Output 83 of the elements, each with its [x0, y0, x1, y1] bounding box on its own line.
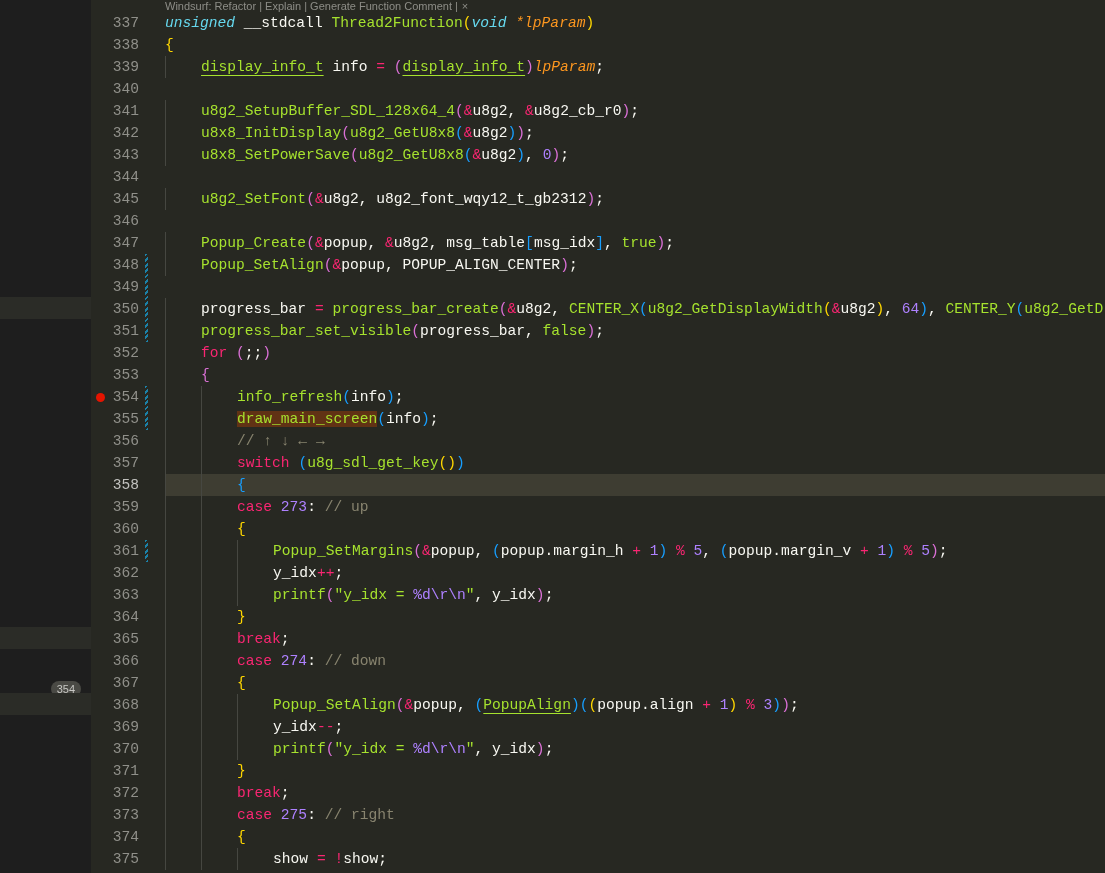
- modified-marker[interactable]: [145, 276, 148, 298]
- code-line: }: [165, 760, 246, 782]
- line-number: 364: [111, 608, 139, 627]
- line-number: 341: [111, 102, 139, 121]
- line-number: 372: [111, 784, 139, 803]
- line-number: 344: [111, 168, 139, 187]
- code-line: {: [165, 364, 210, 386]
- line-number: 357: [111, 454, 139, 473]
- modified-marker[interactable]: [145, 408, 148, 430]
- code-line: u8g2_SetupBuffer_SDL_128x64_4(&u8g2, &u8g2_cb_r0);: [165, 100, 639, 122]
- line-number: 362: [111, 564, 139, 583]
- line-number: 361: [111, 542, 139, 561]
- line-number: 339: [111, 58, 139, 77]
- modified-marker[interactable]: [145, 254, 148, 276]
- code-line: break;: [165, 782, 290, 804]
- code-line: case 275: // right: [165, 804, 395, 826]
- line-number: 363: [111, 586, 139, 605]
- breakpoint-icon[interactable]: [95, 392, 105, 402]
- line-number: 352: [111, 344, 139, 363]
- line-number: 346: [111, 212, 139, 231]
- line-number: 359: [111, 498, 139, 517]
- line-number: 368: [111, 696, 139, 715]
- code-line: printf("y_idx = %d\r\n", y_idx);: [165, 738, 554, 760]
- line-number: 375: [111, 850, 139, 869]
- modified-marker[interactable]: [145, 298, 148, 320]
- code-line: for (;;): [165, 342, 272, 364]
- modified-marker[interactable]: [145, 540, 148, 562]
- line-number: 345: [111, 190, 139, 209]
- line-number: 347: [111, 234, 139, 253]
- line-number: 353: [111, 366, 139, 385]
- code-line: progress_bar_set_visible(progress_bar, false);: [165, 320, 604, 342]
- code-line: draw_main_screen(info);: [165, 408, 439, 430]
- line-number: 351: [111, 322, 139, 341]
- code-line: // ↑ ↓ ← →: [165, 430, 325, 452]
- close-icon[interactable]: ×: [461, 0, 469, 12]
- line-number: 343: [111, 146, 139, 165]
- line-number: 366: [111, 652, 139, 671]
- line-number: 358: [111, 476, 139, 495]
- code-line: case 273: // up: [165, 496, 369, 518]
- line-number: 365: [111, 630, 139, 649]
- code-line: break;: [165, 628, 290, 650]
- line-number: 356: [111, 432, 139, 451]
- modified-marker[interactable]: [145, 386, 148, 408]
- code-line: {: [165, 672, 246, 694]
- line-number: 342: [111, 124, 139, 143]
- codelens-actions[interactable]: Windsurf: Refactor | Explain | Generate Function Comment |: [165, 0, 458, 12]
- code-line: case 274: // down: [165, 650, 386, 672]
- code-line: Popup_SetAlign(&popup, (PopupAlign)((popup.align + 1) % 3));: [165, 694, 799, 716]
- line-number: 373: [111, 806, 139, 825]
- code-line: {: [165, 518, 246, 540]
- code-line: y_idx++;: [165, 562, 344, 584]
- line-number: 367: [111, 674, 139, 693]
- code-line: Popup_Create(&popup, &u8g2, msg_table[msg_idx], true);: [165, 232, 675, 254]
- modified-marker[interactable]: [145, 320, 148, 342]
- line-number: 338: [111, 36, 139, 55]
- line-number: 370: [111, 740, 139, 759]
- code-line: show = !show;: [165, 848, 387, 870]
- code-line: {: [165, 36, 174, 55]
- code-line: printf("y_idx = %d\r\n", y_idx);: [165, 584, 554, 606]
- code-line: info_refresh(info);: [165, 386, 404, 408]
- line-number: 349: [111, 278, 139, 297]
- code-line: progress_bar = progress_bar_create(&u8g2, CENTER_X(u8g2_GetDisplayWidth(&u8g2), 64), CENTER_Y(u8g2_GetD: [165, 298, 1104, 320]
- code-line: Popup_SetMargins(&popup, (popup.margin_h + 1) % 5, (popup.margin_v + 1) % 5);: [165, 540, 948, 562]
- code-line: {: [165, 826, 246, 848]
- line-number: 340: [111, 80, 139, 99]
- code-line: u8x8_SetPowerSave(u8g2_GetU8x8(&u8g2), 0);: [165, 144, 569, 166]
- line-number: 369: [111, 718, 139, 737]
- code-line: unsigned __stdcall Thread2Function(void *lpParam): [165, 14, 595, 33]
- code-line: Popup_SetAlign(&popup, POPUP_ALIGN_CENTER);: [165, 254, 578, 276]
- code-line: display_info_t info = (display_info_t)lpParam;: [165, 56, 604, 78]
- code-line: y_idx--;: [165, 716, 344, 738]
- code-line: u8g2_SetFont(&u8g2, u8g2_font_wqy12_t_gb2312);: [165, 188, 604, 210]
- code-line: }: [165, 606, 246, 628]
- line-number: 374: [111, 828, 139, 847]
- line-number: 350: [111, 300, 139, 319]
- line-number: 354: [111, 388, 139, 407]
- line-number: 337: [111, 14, 139, 33]
- code-line: u8x8_InitDisplay(u8g2_GetU8x8(&u8g2));: [165, 122, 534, 144]
- line-number: 355: [111, 410, 139, 429]
- line-number: 360: [111, 520, 139, 539]
- code-line: {: [165, 474, 246, 496]
- line-number: 348: [111, 256, 139, 275]
- line-number: 371: [111, 762, 139, 781]
